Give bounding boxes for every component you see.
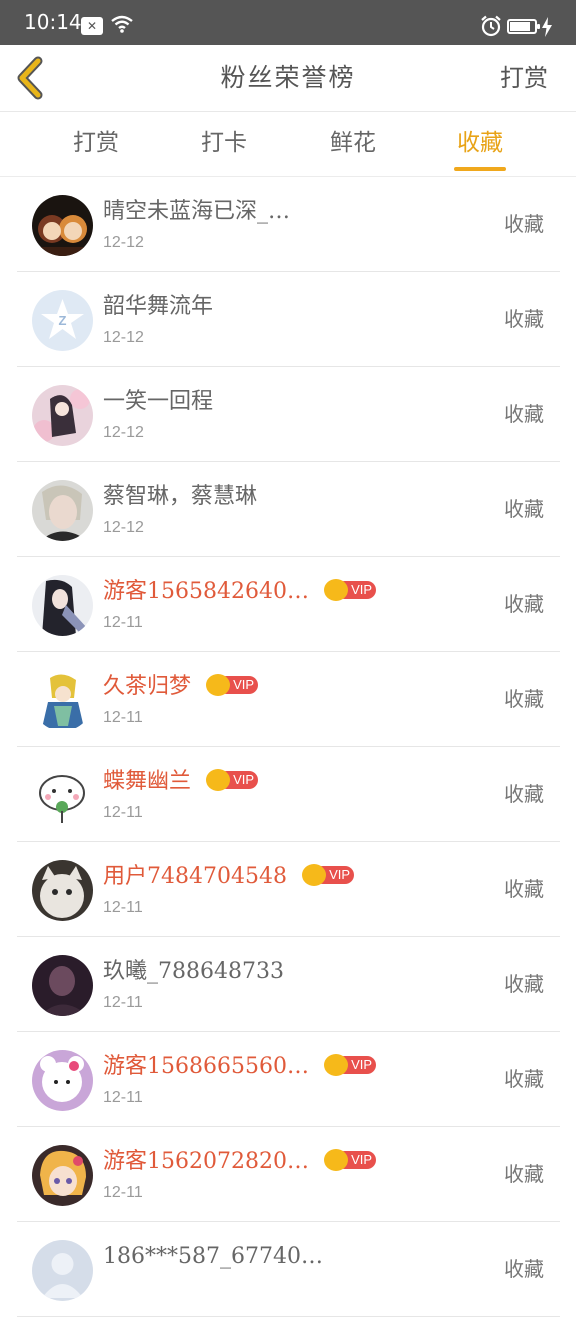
crown-icon [324, 1054, 349, 1076]
vip-badge: VIP [206, 674, 260, 696]
list-item-action: 收藏 [504, 402, 544, 426]
username: 晴空未蓝海已深_… [103, 199, 291, 224]
username: 韶华舞流年 [103, 294, 214, 319]
username: 蝶舞幽兰 [103, 769, 192, 794]
username: 游客1565842640… [103, 579, 309, 604]
list-item-date: 12-12 [103, 424, 144, 441]
crown-icon [324, 1149, 349, 1171]
list-item-action: 收藏 [504, 687, 544, 711]
list-item-date: 12-12 [103, 329, 144, 346]
status-bar: 10:14 ✕ [0, 0, 576, 45]
list-item[interactable]: 蔡智琳，蔡慧琳 12-12 收藏 [17, 462, 560, 557]
avatar [32, 765, 93, 826]
list-item[interactable]: 玖曦_788648733 12-11 收藏 [17, 937, 560, 1032]
vip-badge: VIP [206, 769, 260, 791]
tab-bar: 打赏 打卡 鲜花 收藏 [0, 112, 576, 177]
list-item-action: 收藏 [504, 1067, 544, 1091]
list-item-date: 12-12 [103, 519, 144, 536]
list-item-action: 收藏 [504, 1162, 544, 1186]
svg-text:Z: Z [59, 313, 67, 328]
status-time: 10:14 [24, 10, 82, 34]
list-item-action: 收藏 [504, 782, 544, 806]
tab-reward[interactable]: 打赏 [56, 127, 136, 159]
tab-flowers[interactable]: 鲜花 [313, 127, 393, 159]
avatar [32, 670, 93, 731]
crown-icon [206, 769, 231, 791]
list-item[interactable]: 186***587_67740… 收藏 [17, 1222, 560, 1317]
avatar [32, 480, 93, 541]
list-item-date: 12-11 [103, 1184, 143, 1201]
avatar [32, 1240, 93, 1301]
avatar [32, 955, 93, 1016]
username: 游客1562072820… [103, 1149, 309, 1174]
alarm-icon [481, 15, 501, 37]
list-item-date: 12-11 [103, 1089, 143, 1106]
avatar [32, 1050, 93, 1111]
avatar [32, 385, 93, 446]
list-item-action: 收藏 [504, 497, 544, 521]
list-item[interactable]: 游客1568665560… VIP 12-11 收藏 [17, 1032, 560, 1127]
avatar [32, 1145, 93, 1206]
reward-button[interactable]: 打赏 [500, 61, 548, 95]
crown-icon [206, 674, 231, 696]
username: 蔡智琳，蔡慧琳 [103, 484, 258, 509]
tab-checkin[interactable]: 打卡 [184, 127, 264, 159]
list-item-action: 收藏 [504, 972, 544, 996]
list-item[interactable]: 游客1562072820… VIP 12-11 收藏 [17, 1127, 560, 1222]
list-item-action: 收藏 [504, 592, 544, 616]
crown-icon [324, 579, 349, 601]
vip-badge: VIP [324, 1149, 378, 1171]
vip-badge: VIP [324, 579, 378, 601]
username: 玖曦_788648733 [103, 959, 284, 984]
username: 久茶归梦 [103, 674, 192, 699]
list-item-date: 12-12 [103, 234, 144, 251]
username: 用户7484704548 [103, 864, 287, 889]
vip-badge: VIP [302, 864, 356, 886]
avatar [32, 860, 93, 921]
battery-icon [507, 19, 540, 34]
list-item-action: 收藏 [504, 877, 544, 901]
avatar [32, 575, 93, 636]
notification-icon: ✕ [81, 17, 103, 35]
vip-badge: VIP [324, 1054, 378, 1076]
list-item-action: 收藏 [504, 212, 544, 236]
list-item-action: 收藏 [504, 307, 544, 331]
list-item-date: 12-11 [103, 804, 143, 821]
avatar: Z [32, 290, 93, 351]
app-header: 粉丝荣誉榜 打赏 [0, 45, 576, 112]
charging-icon [542, 17, 552, 37]
list-item[interactable]: 一笑一回程 12-12 收藏 [17, 367, 560, 462]
page-title: 粉丝荣誉榜 [220, 63, 356, 92]
list-item[interactable]: 蝶舞幽兰 VIP 12-11 收藏 [17, 747, 560, 842]
list-item[interactable]: 用户7484704548 VIP 12-11 收藏 [17, 842, 560, 937]
tab-favorites[interactable]: 收藏 [440, 127, 520, 159]
list-item-date: 12-11 [103, 614, 143, 631]
username: 游客1568665560… [103, 1054, 309, 1079]
list-item-date: 12-11 [103, 994, 143, 1011]
crown-icon [302, 864, 327, 886]
avatar [32, 195, 93, 256]
list-item[interactable]: 游客1565842640… VIP 12-11 收藏 [17, 557, 560, 652]
battery-level [510, 22, 530, 31]
wifi-icon [111, 15, 133, 33]
list-item-date: 12-11 [103, 709, 143, 726]
list-item[interactable]: 晴空未蓝海已深_… 12-12 收藏 [17, 177, 560, 272]
active-tab-indicator [454, 167, 506, 171]
username: 186***587_67740… [103, 1244, 323, 1269]
list-item[interactable]: Z 韶华舞流年 12-12 收藏 [17, 272, 560, 367]
list-item[interactable]: 久茶归梦 VIP 12-11 收藏 [17, 652, 560, 747]
list-item-date: 12-11 [103, 899, 143, 916]
username: 一笑一回程 [103, 389, 214, 414]
